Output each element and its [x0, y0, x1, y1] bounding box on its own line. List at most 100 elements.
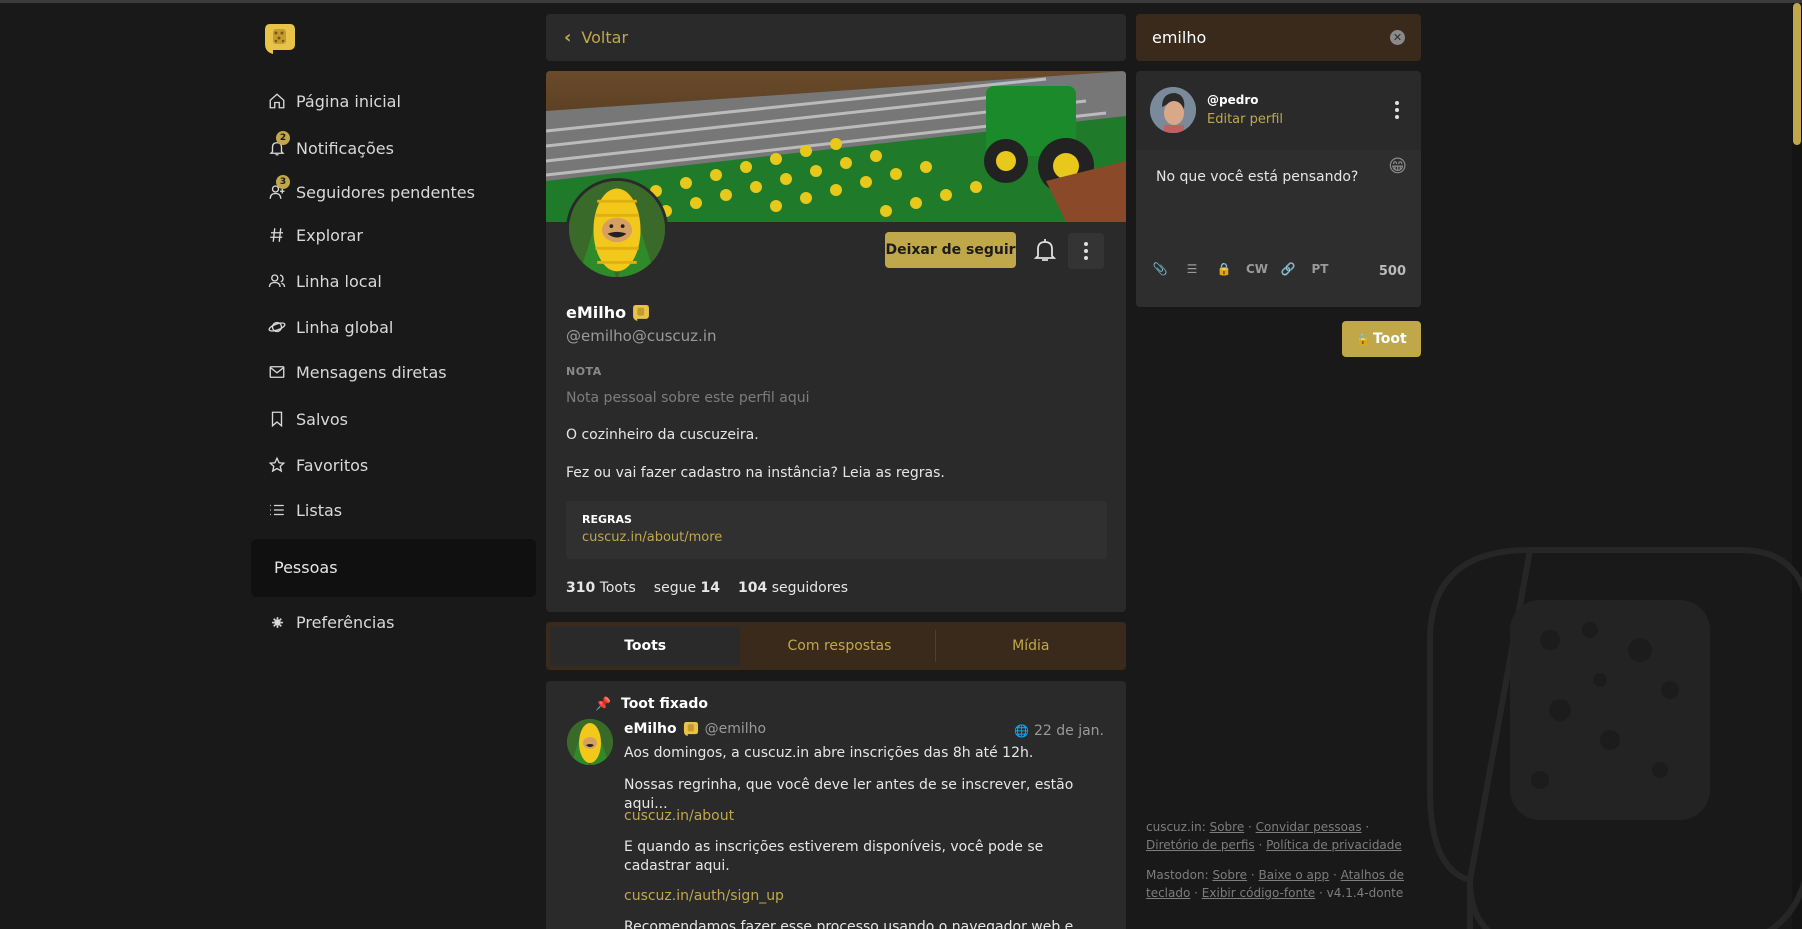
scrollbar-thumb[interactable] [1793, 3, 1801, 145]
nav-explore-label: Explorar [296, 225, 363, 245]
nav-bookmarks-label: Salvos [296, 409, 348, 429]
nav-global-timeline[interactable]: Linha global [267, 313, 393, 341]
tab-toots[interactable]: Toots [550, 626, 741, 666]
nav-people[interactable]: Pessoas [251, 539, 536, 597]
profile-avatar[interactable] [566, 178, 668, 280]
follow-requests-badge: 3 [276, 175, 290, 189]
content-warning-button[interactable]: CW [1246, 262, 1268, 276]
nav-follow-requests[interactable]: 3 Seguidores pendentes [267, 175, 475, 206]
custom-emoji-icon [633, 304, 650, 321]
tab-media[interactable]: Mídia [936, 622, 1126, 670]
profile-handle: @emilho@cuscuz.in [566, 327, 717, 345]
nav-notifications-label: Notificações [296, 138, 394, 158]
profile-more-button[interactable] [1068, 233, 1104, 269]
profile-field: REGRAS cuscuz.in/about/more [566, 501, 1107, 559]
nav-follow-requests-label: Seguidores pendentes [296, 182, 475, 202]
nav-people-label: Pessoas [274, 558, 338, 577]
nav-preferences[interactable]: Preferências [267, 608, 395, 636]
nav-lists-label: Listas [296, 500, 343, 520]
back-button[interactable]: ‹ Voltar [546, 14, 1126, 61]
footer-about-mastodon-link[interactable]: Sobre [1212, 868, 1247, 882]
home-icon [267, 91, 287, 111]
hashtag-icon [267, 225, 287, 245]
nav-home-label: Página inicial [296, 91, 401, 111]
bookmark-icon [267, 409, 287, 429]
nav-direct-messages[interactable]: Mensagens diretas [267, 358, 447, 386]
footer-source-link[interactable]: Exibir código-fonte [1202, 886, 1315, 900]
emoji-picker-icon[interactable]: 😁 [1388, 156, 1407, 177]
user-add-icon: 3 [267, 175, 290, 202]
attach-icon[interactable]: 📎 [1150, 262, 1170, 276]
toot-button[interactable]: 🔒 Toot [1342, 321, 1421, 357]
following-count[interactable]: segue 14 [654, 580, 720, 596]
unfollow-button[interactable]: Deixar de seguir [885, 232, 1016, 268]
compose-textarea[interactable]: No que você está pensando? 😁 📎 ☰ 🔒 CW 🔗 … [1136, 150, 1421, 307]
pinned-label: 📌 Toot fixado [595, 696, 708, 712]
footer-invite-link[interactable]: Convidar pessoas [1256, 820, 1362, 834]
clear-search-icon[interactable]: ✕ [1390, 30, 1405, 45]
status-header: eMilho @emilho [624, 721, 766, 737]
my-avatar[interactable] [1150, 87, 1196, 133]
notify-bell-icon[interactable] [1031, 236, 1059, 264]
status-author[interactable]: eMilho [624, 721, 677, 737]
character-counter: 500 [1378, 264, 1406, 279]
nav-lists[interactable]: Listas [267, 496, 342, 524]
edit-profile-link[interactable]: Editar perfil [1207, 112, 1283, 127]
more-vertical-icon [1084, 242, 1088, 260]
status-text-line: Recomendamos fazer esse processo usando … [624, 919, 1074, 929]
profile-counts: 310 Toots segue 14 104 seguidores [566, 580, 848, 596]
more-vertical-icon[interactable] [1395, 101, 1399, 119]
notifications-badge: 2 [276, 131, 290, 145]
nav-favourites[interactable]: Favoritos [267, 451, 368, 479]
nav-local-timeline-label: Linha local [296, 271, 382, 291]
profile-field-link[interactable]: cuscuz.in/about/more [582, 530, 1091, 545]
cuscuz-logo-icon[interactable] [263, 22, 297, 56]
search-value: emilho [1152, 28, 1207, 47]
bell-icon: 2 [267, 131, 290, 158]
search-input[interactable]: emilho ✕ [1136, 14, 1421, 61]
users-icon [267, 271, 287, 291]
watermark-logo-icon [1427, 546, 1802, 929]
nav-global-timeline-label: Linha global [296, 317, 394, 337]
note-label: NOTA [566, 365, 602, 378]
nav-notifications[interactable]: 2 Notificações [267, 131, 394, 162]
window-top-border [0, 0, 1802, 3]
footer-about-link[interactable]: Sobre [1210, 820, 1245, 834]
nav-explore[interactable]: Explorar [267, 221, 363, 249]
nav-home[interactable]: Página inicial [267, 87, 401, 115]
chevron-left-icon: ‹ [564, 27, 572, 48]
nav-bookmarks[interactable]: Salvos [267, 405, 348, 433]
status-avatar[interactable] [567, 719, 613, 765]
toots-count[interactable]: 310 Toots [566, 580, 636, 596]
note-input[interactable]: Nota pessoal sobre este perfil aqui [566, 390, 810, 406]
profile-display-name: eMilho [566, 303, 650, 322]
lock-icon[interactable]: 🔒 [1214, 262, 1234, 276]
compose-toolbar: 📎 ☰ 🔒 CW 🔗 PT [1150, 262, 1330, 276]
footer-mastodon: Mastodon [1146, 868, 1205, 882]
custom-emoji-icon [683, 721, 698, 737]
pinned-status[interactable]: 📌 Toot fixado eMilho @emilho 🌐 22 de jan… [546, 681, 1126, 929]
followers-count[interactable]: 104 seguidores [738, 580, 848, 596]
profile-field-name: REGRAS [582, 513, 632, 526]
status-date[interactable]: 🌐 22 de jan. [1014, 723, 1104, 739]
my-handle[interactable]: @pedro [1207, 93, 1258, 107]
status-link[interactable]: cuscuz.in/about [624, 807, 1094, 826]
pin-icon: 📌 [595, 696, 612, 712]
list-icon [267, 500, 287, 520]
poll-icon[interactable]: ☰ [1182, 262, 1202, 276]
bio-line-1: O cozinheiro da cuscuzeira. [566, 427, 759, 443]
tab-with-replies[interactable]: Com respostas [744, 622, 934, 670]
nav-local-timeline[interactable]: Linha local [267, 267, 382, 295]
footer-app-link[interactable]: Baixe o app [1259, 868, 1330, 882]
link-icon[interactable]: 🔗 [1278, 262, 1298, 276]
status-text-line: E quando as inscrições estiverem disponí… [624, 839, 1044, 874]
status-link[interactable]: cuscuz.in/auth/sign_up [624, 887, 1094, 906]
status-handle[interactable]: @emilho [705, 721, 766, 737]
footer-instance: cuscuz.in [1146, 820, 1202, 834]
footer-directory-link[interactable]: Diretório de perfis [1146, 838, 1255, 852]
footer-privacy-link[interactable]: Política de privacidade [1266, 838, 1402, 852]
status-text-line: Aos domingos, a cuscuz.in abre inscriçõe… [624, 745, 1034, 761]
display-name-text: eMilho [566, 303, 627, 322]
compose-placeholder: No que você está pensando? [1156, 169, 1359, 185]
language-button[interactable]: PT [1310, 262, 1330, 276]
